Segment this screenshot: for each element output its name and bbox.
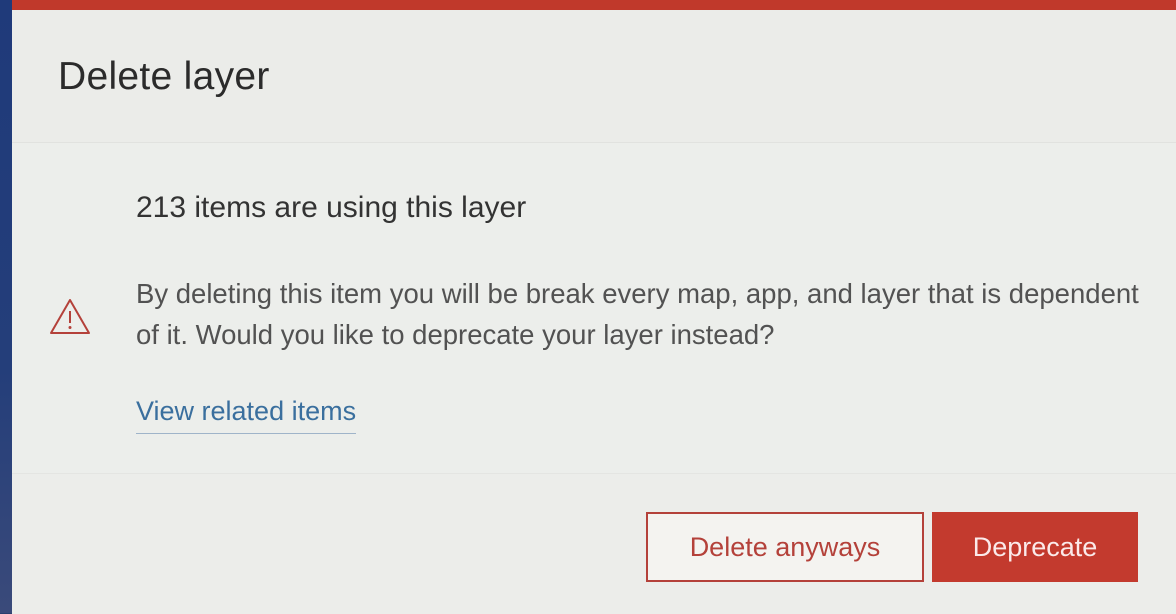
dialog-accent-bar bbox=[12, 0, 1176, 10]
view-related-items-link[interactable]: View related items bbox=[136, 396, 357, 434]
deprecate-button[interactable]: Deprecate bbox=[932, 512, 1138, 582]
page-backdrop bbox=[0, 0, 12, 613]
dialog-header: Delete layer bbox=[12, 10, 1176, 143]
items-count-heading: 213 items are using this layer bbox=[136, 191, 527, 224]
warning-message: By deleting this item you will be break … bbox=[136, 278, 1139, 350]
delete-layer-dialog: Delete layer 213 items are using this la… bbox=[12, 0, 1176, 614]
dialog-body: 213 items are using this layer By deleti… bbox=[12, 143, 1176, 473]
dialog-title: Delete layer bbox=[58, 55, 270, 98]
delete-anyways-button[interactable]: Delete anyways bbox=[646, 512, 924, 582]
dialog-footer: Delete anyways Deprecate bbox=[12, 473, 1176, 614]
warning-triangle-icon bbox=[50, 299, 90, 334]
